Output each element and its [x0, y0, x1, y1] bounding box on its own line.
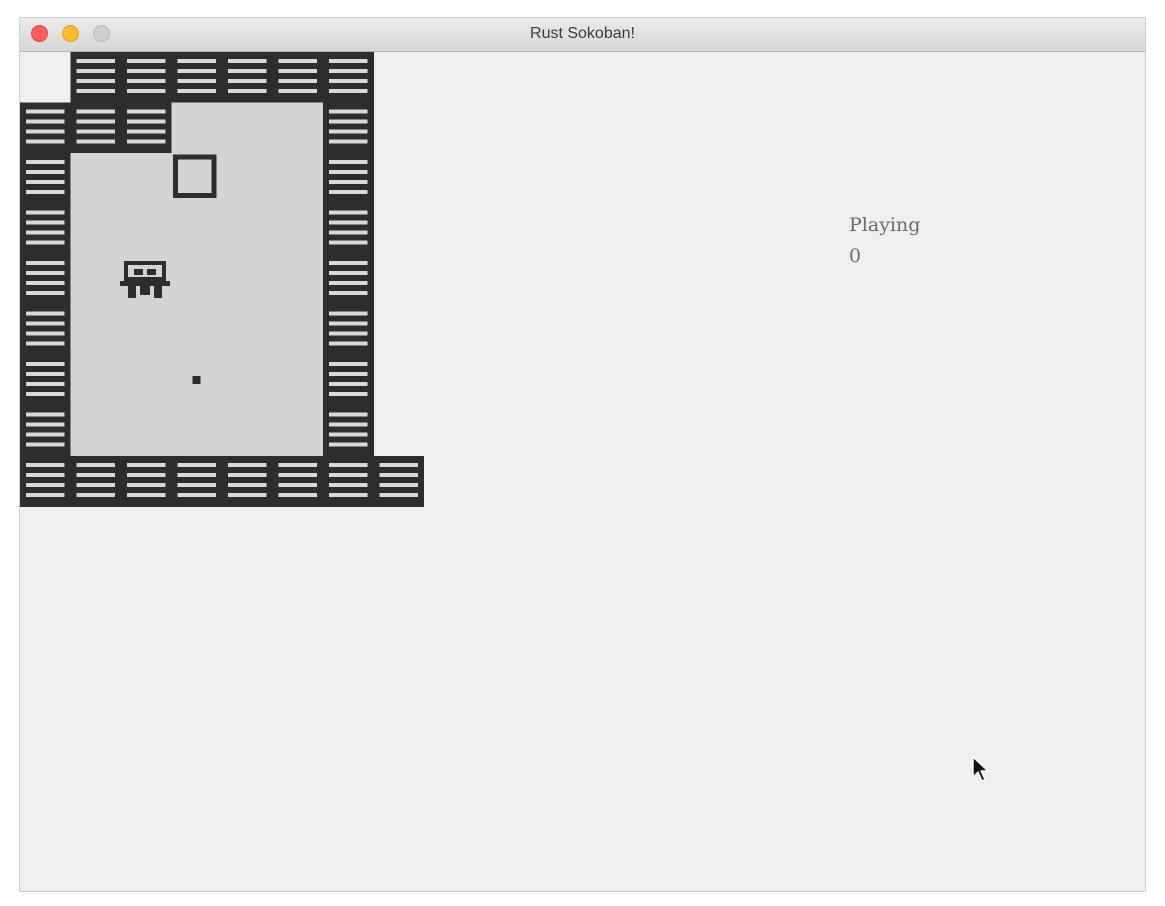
wall-tile [20, 355, 71, 406]
floor-tile [272, 254, 324, 305]
wall-tile [323, 456, 374, 507]
wall-tile [323, 153, 374, 204]
floor-tile [70, 405, 122, 457]
wall-tile [272, 456, 324, 507]
floor-tile [222, 102, 273, 154]
game-hud: Playing 0 [849, 210, 920, 272]
floor-tile [272, 405, 324, 457]
floor-tile [70, 254, 122, 305]
floor-tile [222, 254, 273, 305]
floor-tile [222, 405, 273, 457]
floor-tile [121, 405, 172, 457]
wall-tile [121, 102, 172, 154]
wall-tile [121, 456, 172, 507]
wall-tile [20, 304, 71, 356]
game-canvas[interactable]: Playing 0 [20, 52, 1145, 891]
floor-tile [171, 304, 223, 356]
wall-tile [323, 405, 374, 457]
window-title: Rust Sokoban! [530, 25, 635, 42]
wall-tile [323, 203, 374, 255]
steps-counter: 0 [849, 245, 862, 267]
floor-tile [272, 355, 324, 406]
floor-tile [222, 355, 273, 406]
floor-tile [272, 102, 324, 154]
floor-tile [171, 102, 223, 154]
floor-tile [121, 355, 172, 406]
box-spot-marker [192, 376, 201, 384]
floor-tile [171, 405, 223, 457]
floor-tile [121, 304, 172, 356]
wall-tile [323, 304, 374, 356]
wall-tile [323, 52, 374, 103]
floor-tile [222, 153, 273, 204]
floor-tile [272, 153, 324, 204]
floor-tile [272, 203, 324, 255]
wall-tile [171, 52, 223, 103]
mouse-cursor-icon [972, 756, 989, 782]
wall-tile [171, 456, 223, 507]
game-state-text: Playing [849, 214, 921, 236]
wall-tile [323, 355, 374, 406]
wall-tile [20, 203, 71, 255]
floor-tile [222, 203, 273, 255]
floor-tile [70, 203, 122, 255]
floor-tile [222, 304, 273, 356]
wall-tile [121, 52, 172, 103]
floor-tile [121, 203, 172, 255]
floor-tile [171, 254, 223, 305]
wall-tile [222, 456, 273, 507]
wall-tile [20, 405, 71, 457]
floor-tile [272, 304, 324, 356]
wall-tile [373, 456, 424, 507]
floor-tile [70, 153, 122, 204]
title-bar: Rust Sokoban! [20, 18, 1145, 52]
wall-tile [20, 102, 71, 154]
wall-tile [323, 102, 374, 154]
sokoban-board [20, 52, 424, 507]
wall-tile [20, 254, 71, 305]
floor-tile [70, 355, 122, 406]
floor-tile [70, 304, 122, 356]
wall-tile [70, 52, 122, 103]
game-window: Rust Sokoban! Playing 0 [20, 18, 1145, 891]
wall-tile [20, 153, 71, 204]
wall-tile [20, 456, 71, 507]
floor-tile [121, 153, 172, 204]
floor-tile [171, 203, 223, 255]
wall-tile [323, 254, 374, 305]
wall-tile [70, 102, 122, 154]
wall-tile [272, 52, 324, 103]
wall-tile [70, 456, 122, 507]
wall-tile [222, 52, 273, 103]
